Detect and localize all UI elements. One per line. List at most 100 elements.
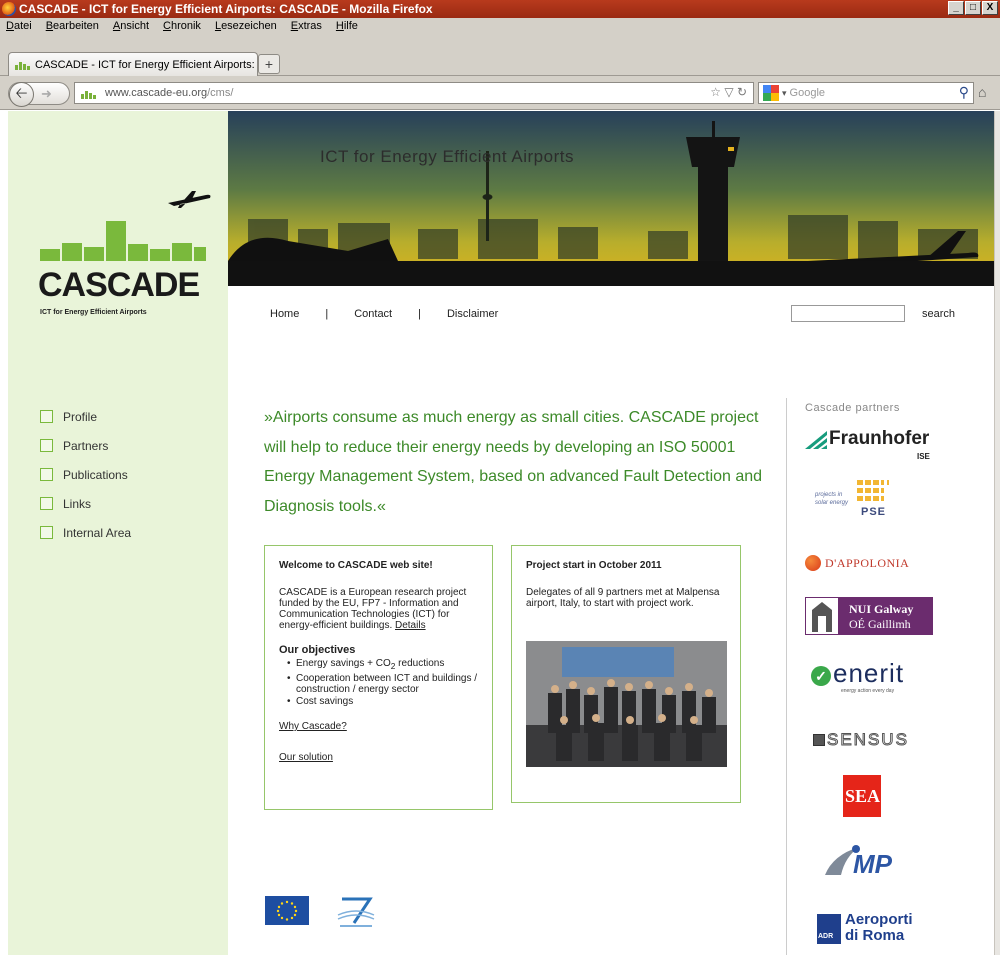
objectives-title: Our objectives bbox=[279, 644, 356, 656]
eu-stars-icon bbox=[276, 900, 298, 921]
close-button[interactable]: X bbox=[982, 1, 998, 15]
eu-flag-logo[interactable] bbox=[265, 896, 309, 925]
sidebar-item-label: Publications bbox=[63, 467, 128, 482]
partner-logo-pse[interactable]: projects in solar energy PSE bbox=[815, 478, 925, 538]
vertical-scrollbar[interactable] bbox=[994, 111, 1000, 955]
forward-arrow-icon[interactable]: ➜ bbox=[41, 86, 52, 102]
partner-logo-sea[interactable]: SEA bbox=[843, 775, 881, 817]
partner-logo-aeroporti-di-roma[interactable]: ADR Aeroporti di Roma bbox=[817, 910, 937, 948]
partner-logo-dappolonia[interactable]: D'APPOLONIA bbox=[805, 553, 945, 577]
site-search-button[interactable]: search bbox=[922, 308, 955, 320]
sidebar-item-publications[interactable]: Publications bbox=[40, 460, 131, 489]
banner-title: ICT for Energy Efficient Airports bbox=[320, 147, 574, 166]
side-navigation: Profile Partners Publications Links Inte… bbox=[40, 402, 131, 547]
home-icon[interactable]: ⌂ bbox=[978, 84, 986, 100]
group-photo[interactable] bbox=[526, 641, 727, 767]
menu-chronik[interactable]: Chronik bbox=[163, 19, 201, 33]
menu-ansicht[interactable]: Ansicht bbox=[113, 19, 149, 33]
tab-label: CASCADE - ICT for Energy Efficient Airpo… bbox=[35, 58, 258, 71]
url-bar[interactable]: www.cascade-eu.org/cms/ ☆ ▽ ↻ bbox=[74, 82, 754, 104]
fraunhofer-text: Fraunhofer bbox=[829, 428, 930, 449]
sidebar-item-links[interactable]: Links bbox=[40, 489, 131, 518]
logo-subtitle: ICT for Energy Efficient Airports bbox=[40, 309, 147, 316]
pse-mid-text: solar energy bbox=[815, 500, 849, 506]
details-link[interactable]: Details bbox=[395, 620, 426, 631]
nav-contact-link[interactable]: Contact bbox=[354, 308, 392, 320]
menu-lesezeichen[interactable]: Lesezeichen bbox=[215, 19, 277, 33]
list-item: Cost savings bbox=[287, 696, 478, 707]
pse-top-text: projects in bbox=[815, 492, 843, 498]
minimize-button[interactable]: _ bbox=[948, 1, 964, 15]
partner-logo-nui-galway[interactable]: NUI Galway OÉ Gaillimh bbox=[805, 597, 933, 635]
partner-logo-sensus[interactable]: SENSUS bbox=[813, 730, 933, 753]
checkbox-icon bbox=[40, 439, 53, 452]
magnifier-icon[interactable]: ⚲ bbox=[959, 84, 969, 101]
project-title: Project start in October 2011 bbox=[526, 560, 662, 571]
logo-wordmark: CASCADE bbox=[38, 266, 200, 304]
back-forward-group: 🡠 ➜ bbox=[8, 82, 70, 107]
welcome-intro: CASCADE is a European research project f… bbox=[279, 587, 478, 631]
sidebar-item-label: Profile bbox=[63, 409, 98, 424]
list-item: Cooperation between ICT and buildings / … bbox=[287, 673, 478, 695]
partners-title: Cascade partners bbox=[805, 402, 900, 414]
mp-text: MP bbox=[853, 849, 892, 879]
menu-datei[interactable]: Datei bbox=[6, 19, 32, 33]
pse-wordmark: PSE bbox=[861, 506, 887, 518]
nui-line-2: OÉ Gaillimh bbox=[849, 617, 911, 631]
objective-text: reductions bbox=[395, 658, 445, 669]
reload-icon[interactable]: ↻ bbox=[737, 85, 747, 99]
left-column: CASCADE ICT for Energy Efficient Airport… bbox=[8, 111, 228, 955]
partner-logo-mp[interactable]: MP bbox=[823, 843, 923, 883]
checkbox-icon bbox=[40, 497, 53, 510]
sidebar-item-internal-area[interactable]: Internal Area bbox=[40, 518, 131, 547]
url-host: www.cascade-eu.org bbox=[105, 87, 208, 99]
partner-logo-fraunhofer[interactable]: Fraunhofer ISE bbox=[805, 428, 935, 468]
project-text: Delegates of all 9 partners met at Malpe… bbox=[526, 587, 720, 609]
list-item: Energy savings + CO2 reductions bbox=[287, 658, 478, 672]
dropdown-arrow-icon[interactable]: ▽ bbox=[724, 85, 733, 99]
firefox-icon bbox=[2, 2, 16, 16]
site-favicon-icon bbox=[81, 88, 97, 99]
bookmark-star-icon[interactable]: ☆ bbox=[710, 85, 721, 99]
cascade-favicon-icon bbox=[15, 59, 31, 70]
nui-building-icon bbox=[805, 597, 839, 635]
nui-line-1: NUI Galway bbox=[849, 602, 914, 616]
browser-search-bar[interactable]: ▾ Google ⚲ bbox=[758, 82, 974, 104]
back-arrow-icon[interactable]: 🡠 bbox=[9, 82, 34, 107]
cascade-logo[interactable]: CASCADE ICT for Energy Efficient Airport… bbox=[38, 171, 220, 316]
sidebar-item-profile[interactable]: Profile bbox=[40, 402, 131, 431]
fp7-logo[interactable] bbox=[334, 893, 378, 929]
why-cascade-link[interactable]: Why Cascade? bbox=[279, 721, 347, 732]
new-tab-button[interactable]: + bbox=[258, 54, 280, 74]
partner-logo-enerit[interactable]: ✓ enerit energy action every day bbox=[811, 658, 941, 698]
project-card: Project start in October 2011 Delegates … bbox=[511, 545, 741, 803]
site-search-input[interactable] bbox=[791, 305, 905, 322]
nav-home-link[interactable]: Home bbox=[270, 308, 299, 320]
url-actions: ☆ ▽ ↻ bbox=[710, 85, 747, 99]
airplane-icon bbox=[168, 191, 211, 208]
menu-bearbeiten[interactable]: Bearbeiten bbox=[46, 19, 99, 33]
menu-extras[interactable]: Extras bbox=[291, 19, 322, 33]
airport-skyline-illustration bbox=[228, 111, 994, 286]
fp7-mark-icon bbox=[337, 897, 375, 927]
sensus-mark-icon bbox=[813, 734, 825, 746]
nav-disclaimer-link[interactable]: Disclaimer bbox=[447, 308, 498, 320]
search-engine-dropdown-icon[interactable]: ▾ bbox=[782, 88, 787, 99]
sidebar-item-label: Internal Area bbox=[63, 525, 132, 540]
browser-window: CASCADE - ICT for Energy Efficient Airpo… bbox=[0, 0, 1000, 955]
search-placeholder: Google bbox=[789, 87, 826, 99]
menu-hilfe[interactable]: Hilfe bbox=[336, 19, 358, 33]
tab-cascade[interactable]: CASCADE - ICT for Energy Efficient Airpo… bbox=[8, 52, 258, 76]
menu-bar: Datei Bearbeiten Ansicht Chronik Lesezei… bbox=[0, 18, 1000, 46]
welcome-intro-text: CASCADE is a European research project f… bbox=[279, 587, 467, 631]
maximize-button[interactable]: □ bbox=[965, 1, 981, 15]
our-solution-link[interactable]: Our solution bbox=[279, 752, 333, 763]
logo-bars bbox=[40, 221, 210, 261]
window-title: CASCADE - ICT for Energy Efficient Airpo… bbox=[19, 2, 433, 16]
nav-separator: | bbox=[325, 308, 329, 320]
sidebar-item-partners[interactable]: Partners bbox=[40, 431, 131, 460]
adr-mark-icon: ADR bbox=[817, 914, 841, 944]
fraunhofer-mark-icon bbox=[805, 431, 827, 449]
google-icon[interactable] bbox=[763, 85, 779, 101]
fraunhofer-sub: ISE bbox=[917, 452, 930, 461]
